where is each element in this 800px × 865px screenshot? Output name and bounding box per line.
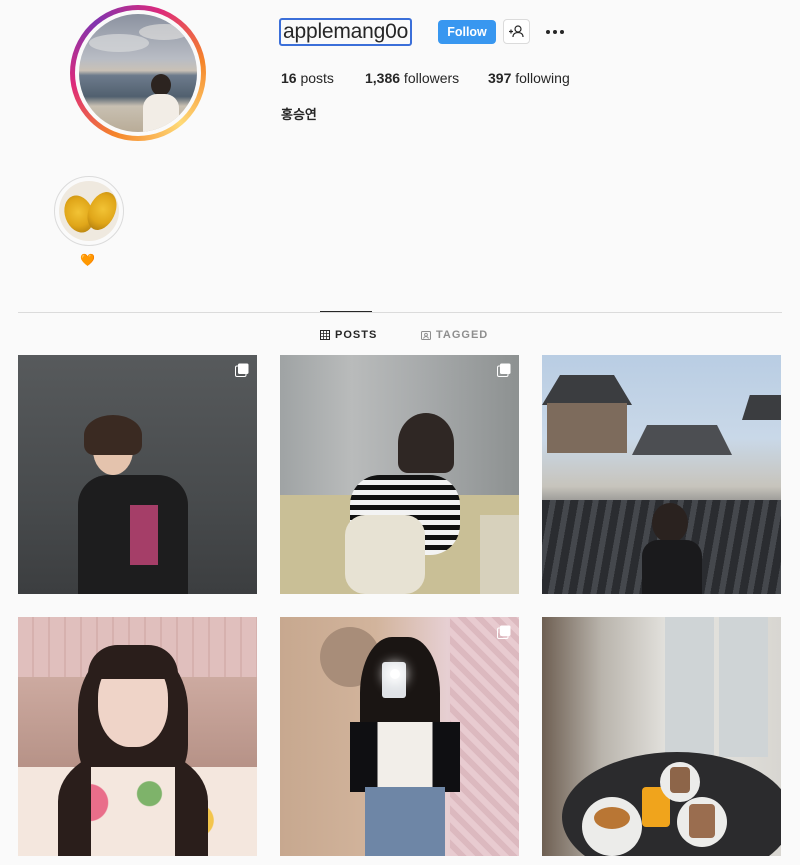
posts-label: posts xyxy=(296,70,334,86)
post-thumbnail[interactable] xyxy=(542,617,781,856)
post-thumbnail[interactable] xyxy=(280,617,519,856)
follow-button[interactable]: Follow xyxy=(438,20,496,44)
followers-label: followers xyxy=(400,70,460,86)
username: applemang0o xyxy=(278,18,413,46)
followers-stat[interactable]: 1,386 followers xyxy=(365,70,459,86)
avatar-photo xyxy=(79,14,197,132)
post-thumbnail[interactable] xyxy=(542,355,781,594)
following-count: 397 xyxy=(488,70,512,86)
suggested-users-button[interactable] xyxy=(503,19,530,44)
following-stat[interactable]: 397 following xyxy=(488,70,570,86)
profile-avatar[interactable] xyxy=(70,5,206,141)
grid-icon xyxy=(320,330,330,340)
add-person-icon xyxy=(509,25,524,38)
story-highlight[interactable] xyxy=(54,176,124,246)
tab-posts-label: POSTS xyxy=(335,329,378,341)
posts-count: 16 xyxy=(281,70,297,86)
multiple-photos-icon xyxy=(497,625,511,639)
more-dots-icon xyxy=(546,30,564,34)
followers-count: 1,386 xyxy=(365,70,401,86)
tab-tagged-label: TAGGED xyxy=(436,329,489,341)
full-name: 홍승연 xyxy=(281,107,317,122)
active-tab-indicator xyxy=(320,311,372,312)
tab-tagged[interactable]: TAGGED xyxy=(421,328,488,342)
tab-posts[interactable]: POSTS xyxy=(320,328,377,342)
highlight-label: 🧡 xyxy=(80,253,95,267)
tag-icon xyxy=(421,331,431,340)
following-label: following xyxy=(511,70,570,86)
post-thumbnail[interactable] xyxy=(18,617,257,856)
posts-stat: 16 posts xyxy=(281,70,334,86)
more-options-button[interactable] xyxy=(540,20,570,44)
post-thumbnail[interactable] xyxy=(18,355,257,594)
highlight-cover xyxy=(59,181,119,241)
post-thumbnail[interactable] xyxy=(280,355,519,594)
multiple-photos-icon xyxy=(497,363,511,377)
multiple-photos-icon xyxy=(235,363,249,377)
tabs-divider xyxy=(18,312,782,313)
